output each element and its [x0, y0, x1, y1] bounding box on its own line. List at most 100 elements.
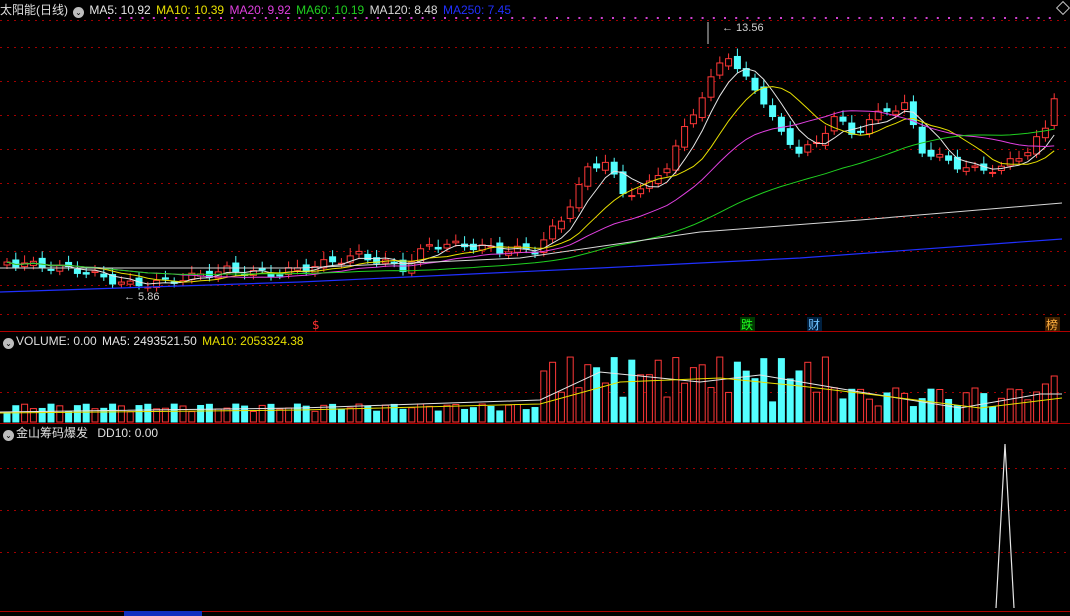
candle-body — [82, 272, 90, 275]
signal-dot — [533, 17, 536, 19]
candle-body — [777, 116, 785, 132]
candle-body — [593, 163, 601, 169]
signal-dot — [746, 17, 749, 19]
volume-bar — [302, 405, 310, 423]
volume-bar — [56, 405, 64, 423]
volume-bar — [390, 403, 398, 423]
candlestick-series — [3, 48, 1058, 292]
indicator-legend: ⌄ 金山筹码爆发 DD10: 0.00 — [0, 425, 160, 441]
volume-bar — [883, 392, 891, 423]
settings-circle-icon[interactable]: ⌄ — [3, 430, 14, 441]
volume-ma5-label: MA5: 2493521.50 — [102, 334, 197, 348]
candle-body — [434, 246, 442, 250]
volume-bar — [813, 391, 821, 423]
candle-body — [698, 97, 706, 119]
volume-label[interactable]: VOLUME: 0.00 — [16, 334, 97, 348]
volume-bar — [82, 403, 90, 423]
low-price-label: ← 5.86 — [124, 291, 159, 303]
candle-body — [425, 244, 433, 247]
candle-body — [786, 128, 794, 145]
signal-dot — [1026, 17, 1029, 19]
volume-bar — [443, 404, 451, 423]
candle-body — [839, 116, 847, 122]
settings-circle-icon[interactable]: ⌄ — [73, 7, 84, 18]
volume-bar — [707, 387, 715, 423]
volume-bar — [795, 370, 803, 423]
candle-body — [971, 165, 979, 168]
candle-body — [883, 108, 891, 112]
volume-bar — [830, 387, 838, 423]
stock-title[interactable]: 太阳能(日线) — [0, 3, 68, 17]
event-marker-2: 财 — [808, 318, 820, 332]
volume-bar — [346, 407, 354, 423]
volume-bar — [725, 391, 733, 423]
signal-dot — [791, 17, 794, 19]
candle-body — [91, 270, 99, 273]
candle-body — [795, 146, 803, 154]
volume-bar — [689, 367, 697, 423]
signal-dot — [1004, 17, 1006, 19]
volume-bar — [12, 405, 20, 423]
signal-dot — [1015, 17, 1018, 19]
signal-dot — [780, 17, 782, 19]
ma60-label: MA60: 10.19 — [296, 3, 365, 17]
volume-bar — [654, 359, 662, 423]
signal-dot — [634, 17, 637, 19]
volume-bar — [540, 370, 548, 423]
signal-dot — [970, 17, 973, 19]
candle-body — [892, 110, 900, 115]
volume-bar — [698, 364, 706, 423]
candle-body — [804, 144, 812, 153]
signal-dot — [544, 17, 547, 19]
candle-body — [663, 168, 671, 174]
candle-body — [258, 267, 266, 271]
candle-body — [364, 253, 372, 261]
volume-bar — [408, 407, 416, 423]
volume-bar — [593, 367, 601, 423]
settings-circle-icon[interactable]: ⌄ — [3, 338, 14, 349]
signal-dot — [589, 17, 592, 19]
candle-body — [751, 77, 759, 91]
signal-dot — [992, 17, 995, 19]
signal-dot — [567, 17, 570, 19]
volume-bar — [989, 406, 997, 423]
signal-dot — [768, 17, 771, 19]
candle-body — [936, 153, 944, 158]
volume-ma10-label: MA10: 2053324.38 — [202, 334, 304, 348]
candle-body — [1041, 127, 1049, 139]
candle-body — [1006, 158, 1014, 167]
scroll-thumb — [124, 611, 202, 616]
event-marker-3: 榜 — [1046, 317, 1058, 332]
volume-bar — [513, 404, 521, 423]
candle-body — [733, 55, 741, 70]
volume-bar — [522, 409, 530, 423]
ma120-label: MA120: 8.48 — [369, 3, 438, 17]
candle-body — [927, 149, 935, 157]
volume-bar — [205, 403, 213, 423]
signal-dot — [903, 17, 906, 19]
volume-bar — [777, 358, 785, 423]
signal-dot — [936, 17, 939, 19]
candle-body — [716, 62, 724, 76]
volume-bar — [672, 357, 680, 423]
candle-body — [637, 188, 645, 195]
signal-dot — [701, 17, 704, 19]
volume-bars — [3, 356, 1058, 423]
signal-dot — [836, 17, 838, 19]
signal-dot — [813, 17, 816, 19]
volume-bar — [760, 358, 768, 423]
signal-dot — [1037, 17, 1040, 19]
volume-bar — [1024, 399, 1032, 423]
signal-dot — [802, 17, 805, 19]
candle-body — [302, 264, 310, 273]
candle-body — [355, 250, 363, 255]
volume-bar — [496, 410, 504, 423]
chart-canvas[interactable]: ← 13.56 ← 5.86 $ 跌 财 榜 — [0, 0, 1070, 616]
candle-body — [1050, 98, 1058, 126]
volume-bar — [267, 403, 275, 423]
candle-body — [857, 130, 865, 133]
signal-dot — [948, 17, 950, 19]
indicator-name[interactable]: 金山筹码爆发 — [16, 426, 88, 440]
volume-bar — [47, 403, 55, 423]
volume-bar — [892, 387, 900, 423]
